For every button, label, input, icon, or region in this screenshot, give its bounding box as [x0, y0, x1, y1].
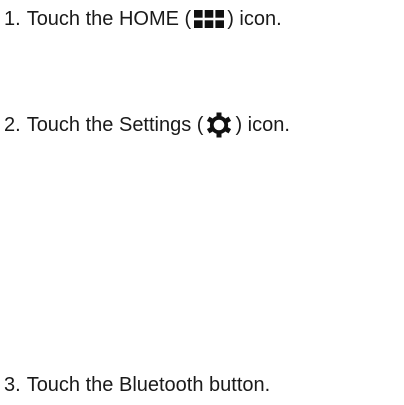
- step-text-before: Touch the HOME (: [26, 8, 192, 30]
- step-3: 3. Touch the Bluetooth button.: [4, 373, 270, 397]
- step-text: Touch the Bluetooth button.: [26, 374, 271, 396]
- step-number: 3.: [4, 374, 21, 396]
- settings-gear-icon: [206, 112, 232, 138]
- step-text-before: Touch the Settings (: [26, 114, 204, 136]
- step-text-after: ) icon.: [227, 8, 282, 30]
- home-grid-icon: [194, 10, 225, 28]
- step-number: 2.: [4, 114, 21, 136]
- step-1: 1. Touch the HOME ( ) icon.: [4, 7, 282, 31]
- step-text-after: ) icon.: [235, 114, 290, 136]
- step-2: 2. Touch the Settings ( ) icon.: [4, 112, 290, 138]
- step-number: 1.: [4, 8, 21, 30]
